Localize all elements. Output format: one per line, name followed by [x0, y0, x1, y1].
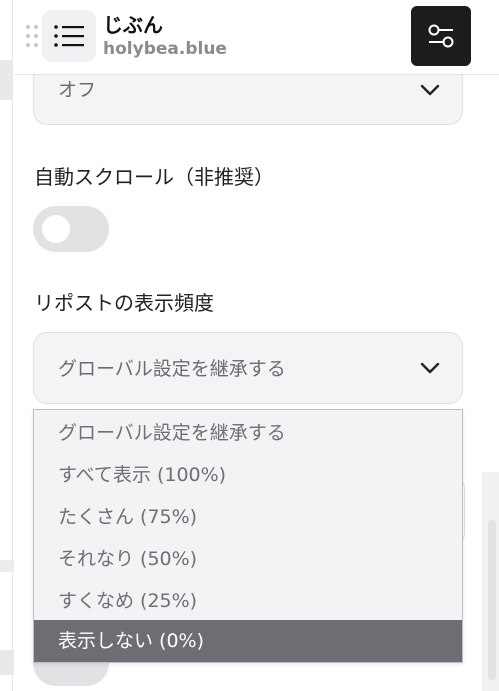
option-hide[interactable]: 表示しない (0%) — [34, 620, 462, 662]
page: じぶん holybea.blue オフ 自動スクロール（非推奨） リポストの表示… — [0, 0, 499, 691]
option-inherit-global[interactable]: グローバル設定を継承する — [34, 412, 462, 454]
drag-handle-icon[interactable] — [26, 25, 38, 47]
auto-scroll-toggle[interactable] — [33, 206, 109, 252]
option-many[interactable]: たくさん (75%) — [34, 496, 462, 538]
option-moderate[interactable]: それなり (50%) — [34, 538, 462, 580]
background-panel — [0, 560, 14, 572]
auto-scroll-label: 自動スクロール（非推奨） — [34, 165, 274, 189]
toggle-knob — [42, 215, 70, 243]
app-header: じぶん holybea.blue — [14, 0, 499, 75]
feed-title: じぶん — [103, 13, 163, 37]
repost-frequency-select[interactable]: グローバル設定を継承する — [33, 332, 463, 404]
feed-subtitle: holybea.blue — [103, 39, 227, 59]
background-panel — [0, 60, 12, 100]
menu-button[interactable] — [42, 10, 96, 62]
previous-setting-value: オフ — [58, 79, 97, 101]
feed-settings-button[interactable] — [411, 6, 471, 66]
scrollbar-thumb[interactable] — [488, 520, 496, 680]
background-divider — [12, 0, 13, 691]
option-few[interactable]: すくなめ (25%) — [34, 580, 462, 622]
chevron-down-icon — [420, 84, 440, 96]
chevron-down-icon — [420, 362, 440, 374]
repost-frequency-options: グローバル設定を継承する すべて表示 (100%) たくさん (75%) それな… — [33, 409, 463, 663]
list-icon — [54, 25, 84, 47]
option-show-all[interactable]: すべて表示 (100%) — [34, 454, 462, 496]
repost-frequency-value: グローバル設定を継承する — [58, 358, 286, 380]
repost-frequency-label: リポストの表示頻度 — [34, 291, 214, 315]
toggle-sliders-icon — [428, 24, 454, 48]
background-panel — [0, 650, 14, 675]
